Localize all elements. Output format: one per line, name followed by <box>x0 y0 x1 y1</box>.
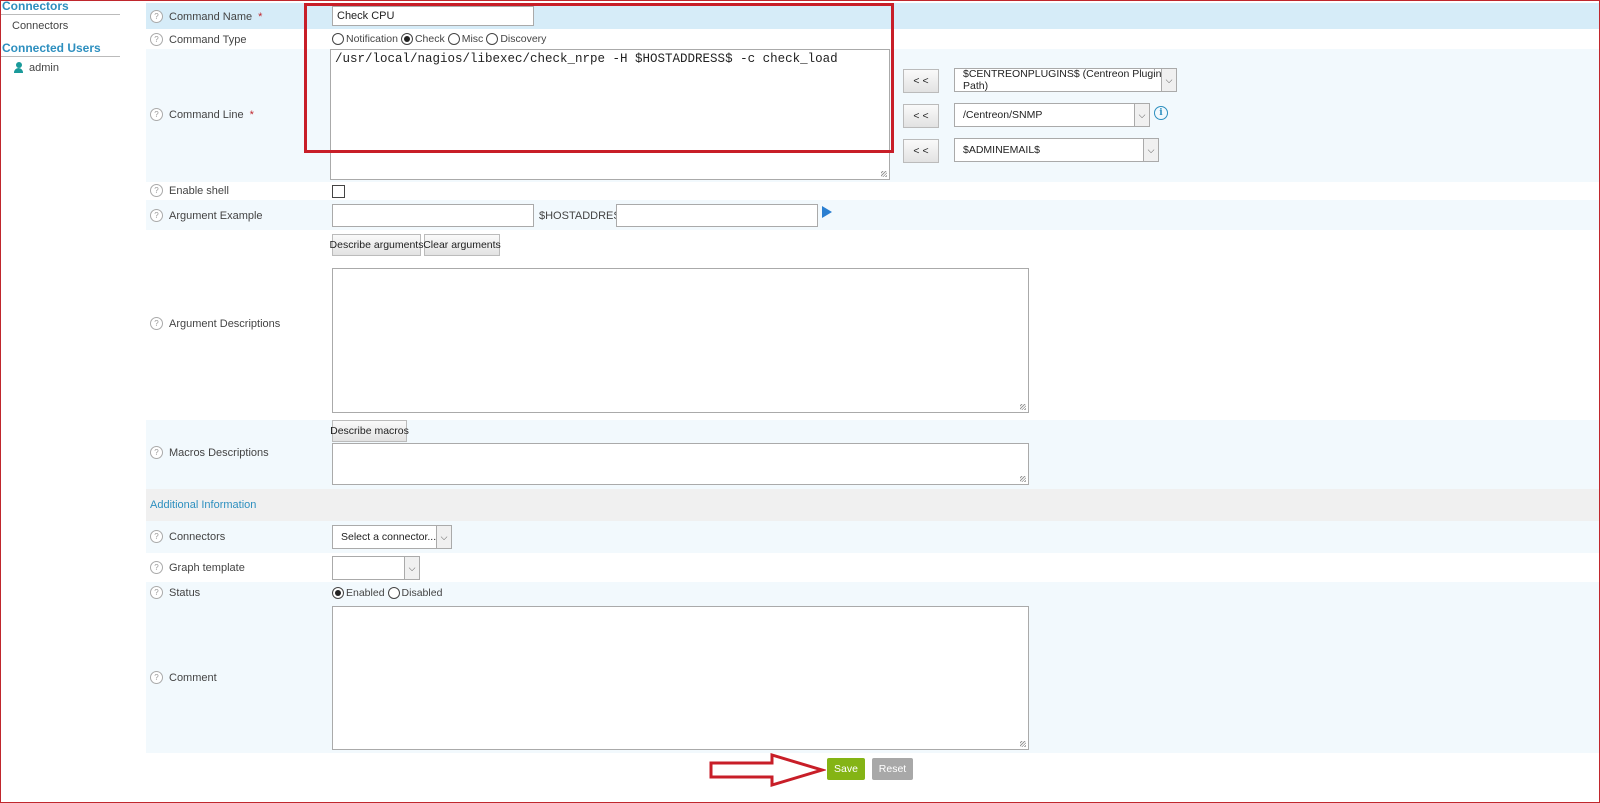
argument-example-input-1[interactable] <box>332 204 534 227</box>
play-icon[interactable] <box>822 206 832 218</box>
connectors-label: Connectors <box>169 530 226 543</box>
reset-button[interactable]: Reset <box>872 758 913 780</box>
radio-discovery[interactable]: Discovery <box>486 33 546 45</box>
command-line-text: /usr/local/nagios/libexec/check_nrpe -H … <box>335 52 838 66</box>
clear-arguments-button[interactable]: Clear arguments <box>423 234 501 256</box>
radio-notification[interactable]: Notification <box>332 33 398 45</box>
insert-macro-button-2[interactable]: < < <box>903 104 939 128</box>
row-command-name: ? Command Name * <box>146 3 1600 29</box>
row-argument-example: ? Argument Example $HOSTADDRESS$ <box>146 200 1600 230</box>
resize-grip[interactable] <box>1020 741 1026 747</box>
help-icon[interactable]: ? <box>150 184 163 197</box>
graph-template-label: Graph template <box>169 561 245 574</box>
help-icon[interactable]: ? <box>150 33 163 46</box>
command-type-radios: Notification Check Misc Discovery <box>332 33 549 45</box>
comment-textarea[interactable] <box>332 606 1029 750</box>
help-icon[interactable]: ? <box>150 317 163 330</box>
sidebar: Connectors Connectors Connected Users ad… <box>0 0 122 803</box>
resize-grip[interactable] <box>1020 476 1026 482</box>
help-icon[interactable]: ? <box>150 671 163 684</box>
user-icon <box>14 62 23 74</box>
info-icon[interactable]: i <box>1154 106 1168 120</box>
chevron-down-icon: ⌵ <box>1143 139 1158 161</box>
section-title: Additional Information <box>150 499 257 511</box>
status-radios: Enabled Disabled <box>332 587 445 599</box>
help-icon[interactable]: ? <box>150 561 163 574</box>
argument-example-input-2[interactable] <box>616 204 818 227</box>
argument-descriptions-label: Argument Descriptions <box>169 317 281 330</box>
insert-macro-button-3[interactable]: < < <box>903 139 939 163</box>
command-line-textarea[interactable]: /usr/local/nagios/libexec/check_nrpe -H … <box>330 49 890 180</box>
help-icon[interactable]: ? <box>150 530 163 543</box>
enable-shell-label: Enable shell <box>169 184 229 197</box>
command-line-label: Command Line <box>169 108 244 121</box>
describe-macros-button[interactable]: Describe macros <box>330 420 409 442</box>
required-mark: * <box>249 108 254 121</box>
insert-macro-button-1[interactable]: < < <box>903 69 939 93</box>
comment-label: Comment <box>169 671 217 684</box>
save-button[interactable]: Save <box>827 758 865 780</box>
section-additional-information: Additional Information <box>146 489 1600 521</box>
command-name-input[interactable] <box>332 6 534 26</box>
argument-descriptions-textarea[interactable] <box>332 268 1029 413</box>
argument-example-label: Argument Example <box>169 209 263 222</box>
row-graph-template: ? Graph template ⌵ <box>146 553 1600 582</box>
row-argument-descriptions: Describe arguments Clear arguments ? Arg… <box>146 230 1600 420</box>
status-label: Status <box>169 586 201 599</box>
required-mark: * <box>258 10 263 23</box>
macro-select-adminemail[interactable]: $ADMINEMAIL$ ⌵ <box>954 138 1159 162</box>
macros-descriptions-textarea[interactable] <box>332 443 1029 485</box>
row-connectors: ? Connectors Select a connector... ⌵ <box>146 521 1600 553</box>
row-command-type: ? Command Type Notification Check Misc D… <box>146 29 1600 49</box>
user-name: admin <box>29 62 59 74</box>
resize-grip[interactable] <box>1020 404 1026 410</box>
radio-misc[interactable]: Misc <box>447 33 483 45</box>
resize-grip[interactable] <box>881 171 887 177</box>
help-icon[interactable]: ? <box>150 108 163 121</box>
command-name-label: Command Name <box>169 10 253 23</box>
chevron-down-icon: ⌵ <box>436 526 451 548</box>
sidebar-header-connectors: Connectors <box>0 0 120 15</box>
help-icon[interactable]: ? <box>150 446 163 459</box>
chevron-down-icon: ⌵ <box>1134 104 1149 126</box>
help-icon[interactable]: ? <box>150 209 163 222</box>
row-command-line: ? Command Line * /usr/local/nagios/libex… <box>146 49 1600 182</box>
describe-arguments-button[interactable]: Describe arguments <box>330 234 423 256</box>
help-icon[interactable]: ? <box>150 10 163 23</box>
row-macros-descriptions: Describe macros ? Macros Descriptions <box>146 420 1600 489</box>
connectors-select[interactable]: Select a connector... ⌵ <box>332 525 452 549</box>
macro-select-snmp[interactable]: /Centreon/SNMP ⌵ <box>954 103 1150 127</box>
row-comment: ? Comment <box>146 603 1600 753</box>
sidebar-item-user[interactable]: admin <box>0 57 122 79</box>
graph-template-select[interactable]: ⌵ <box>332 556 420 580</box>
enable-shell-checkbox[interactable] <box>332 185 345 198</box>
radio-enabled[interactable]: Enabled <box>332 587 385 599</box>
chevron-down-icon: ⌵ <box>1161 69 1176 91</box>
chevron-down-icon: ⌵ <box>404 557 419 579</box>
sidebar-header-connected-users: Connected Users <box>0 42 120 57</box>
arrow-annotation-icon <box>709 752 826 788</box>
sidebar-item-connectors[interactable]: Connectors <box>0 15 122 37</box>
macro-select-plugins[interactable]: $CENTREONPLUGINS$ (Centreon Plugins Path… <box>954 68 1177 92</box>
macros-descriptions-label: Macros Descriptions <box>169 446 269 459</box>
help-icon[interactable]: ? <box>150 586 163 599</box>
radio-check[interactable]: Check <box>400 33 445 45</box>
radio-disabled[interactable]: Disabled <box>387 587 442 599</box>
row-status: ? Status Enabled Disabled <box>146 582 1600 603</box>
command-type-label: Command Type <box>169 33 247 46</box>
row-enable-shell: ? Enable shell <box>146 182 1600 200</box>
